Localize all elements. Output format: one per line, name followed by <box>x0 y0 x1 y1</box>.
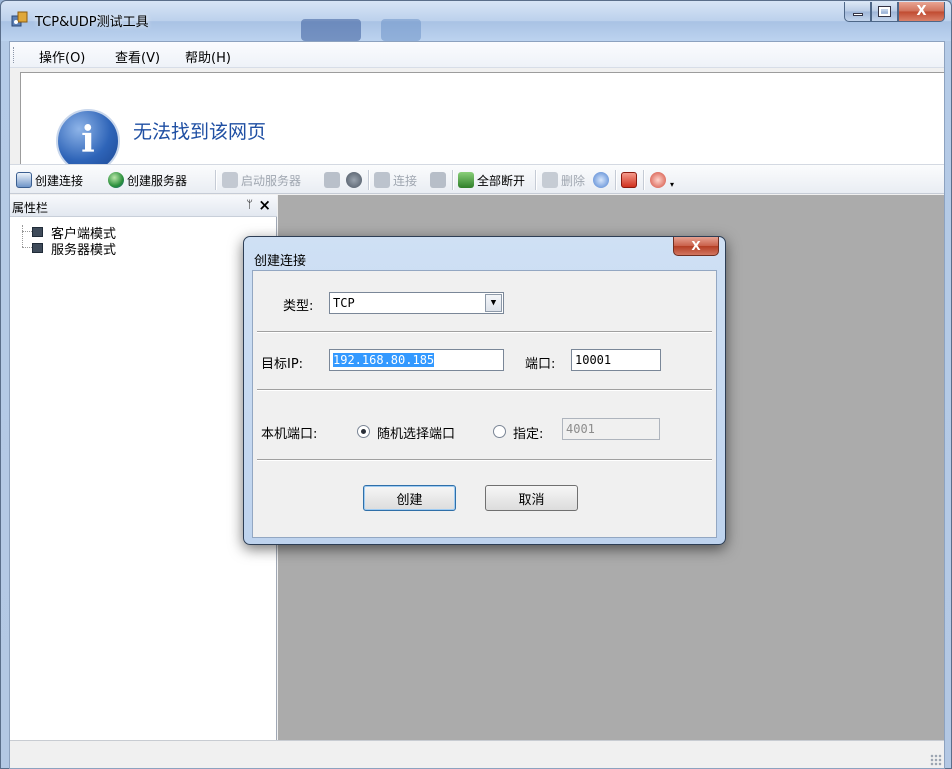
toolbar-separator <box>368 170 369 190</box>
server-icon <box>324 172 340 188</box>
delete-button[interactable]: 删除 <box>542 171 585 189</box>
target-ip-field[interactable]: 192.168.80.185 <box>329 349 504 371</box>
disconnect-icon <box>430 172 446 188</box>
title-bar-background-art <box>381 19 421 41</box>
toolbar-separator <box>535 170 536 190</box>
start-server-icon <box>222 172 238 188</box>
specify-port-field[interactable]: 4001 <box>562 418 660 440</box>
help-icon <box>650 172 666 188</box>
divider <box>257 331 712 333</box>
info-icon: i <box>56 109 120 165</box>
tree-item-server-mode[interactable]: 服务器模式 <box>32 239 116 258</box>
create-connection-dialog: 创建连接 X 类型: TCP ▼ 目标IP: 192.168.80.185 端口… <box>243 236 726 545</box>
title-bar-background-art <box>301 19 361 41</box>
panel-header: 属性栏 ᛘ × <box>10 195 277 217</box>
divider <box>257 459 712 461</box>
toolbar-separator <box>643 170 644 190</box>
toolbar-separator <box>215 170 216 190</box>
power-icon <box>621 172 637 188</box>
dialog-title: 创建连接 <box>254 254 307 269</box>
help-button[interactable] <box>650 171 669 189</box>
stop-server-button[interactable] <box>324 171 343 189</box>
toolbar-separator <box>615 170 616 190</box>
tree-connector <box>22 231 32 232</box>
window-controls: X <box>844 2 945 22</box>
panel-title: 属性栏 <box>12 201 49 215</box>
dialog-body: 类型: TCP ▼ 目标IP: 192.168.80.185 端口: 10001… <box>252 270 717 538</box>
toolbar-overflow-icon[interactable]: ▾ <box>670 175 674 193</box>
refresh-icon <box>346 172 362 188</box>
globe-icon <box>108 172 124 188</box>
menu-operation[interactable]: 操作(O) <box>36 47 88 66</box>
minimize-icon <box>852 13 863 16</box>
maximize-button[interactable] <box>871 2 898 22</box>
tree-connector <box>22 247 32 248</box>
delete-icon <box>542 172 558 188</box>
connect-button[interactable]: 连接 <box>374 171 417 189</box>
new-connection-icon <box>16 172 32 188</box>
settings-button[interactable] <box>593 171 612 189</box>
toolbar: 创建连接 创建服务器 启动服务器 连接 全部断开 删除 ▾ <box>10 164 944 194</box>
type-select[interactable]: TCP ▼ <box>329 292 504 314</box>
resize-grip-icon[interactable] <box>930 754 942 766</box>
specify-port-label[interactable]: 指定: <box>513 423 543 442</box>
stop-button[interactable] <box>621 171 640 189</box>
create-button[interactable]: 创建 <box>363 485 456 511</box>
divider <box>257 389 712 391</box>
start-server-button[interactable]: 启动服务器 <box>222 171 301 189</box>
port-label: 端口: <box>525 357 556 372</box>
web-browser-pane: i 无法找到该网页 <box>20 72 944 166</box>
chevron-down-icon[interactable]: ▼ <box>485 294 502 312</box>
tree-connector <box>22 225 23 247</box>
type-label: 类型: <box>283 299 314 314</box>
port-field[interactable]: 10001 <box>571 349 661 371</box>
menu-help[interactable]: 帮助(H) <box>182 47 234 66</box>
gear-icon <box>593 172 609 188</box>
random-port-radio[interactable] <box>357 425 370 438</box>
cancel-button[interactable]: 取消 <box>485 485 578 511</box>
disconnect-all-button[interactable]: 全部断开 <box>458 171 525 189</box>
pin-icon[interactable]: ᛘ <box>246 198 253 211</box>
property-panel: 属性栏 ᛘ × 客户端模式 服务器模式 <box>10 195 277 761</box>
minimize-button[interactable] <box>844 2 871 22</box>
toolbar-separator <box>452 170 453 190</box>
refresh-button[interactable] <box>346 171 365 189</box>
tree-node-icon <box>32 227 43 237</box>
local-port-label: 本机端口: <box>261 427 318 442</box>
close-icon: X <box>916 4 927 19</box>
status-bar <box>10 740 944 768</box>
create-connection-button[interactable]: 创建连接 <box>16 171 83 189</box>
dialog-close-button[interactable]: X <box>673 237 719 256</box>
specify-port-radio[interactable] <box>493 425 506 438</box>
target-ip-label: 目标IP: <box>261 357 304 372</box>
connect-icon <box>374 172 390 188</box>
browser-error-message: 无法找到该网页 <box>133 121 267 143</box>
close-icon: X <box>691 239 701 253</box>
menu-view[interactable]: 查看(V) <box>112 47 163 66</box>
tree-node-icon <box>32 243 43 253</box>
maximize-icon <box>878 6 891 17</box>
app-icon <box>11 11 28 27</box>
menu-bar: 操作(O) 查看(V) 帮助(H) <box>10 42 944 68</box>
disconnect-all-icon <box>458 172 474 188</box>
close-button[interactable]: X <box>898 2 945 22</box>
random-port-label[interactable]: 随机选择端口 <box>377 423 455 442</box>
menubar-grip[interactable] <box>13 47 15 63</box>
panel-close-icon[interactable]: × <box>258 196 271 214</box>
disconnect-button[interactable] <box>430 171 449 189</box>
window-title: TCP&UDP测试工具 <box>35 15 149 30</box>
title-bar[interactable]: TCP&UDP测试工具 X <box>1 1 951 41</box>
create-server-button[interactable]: 创建服务器 <box>108 171 187 189</box>
